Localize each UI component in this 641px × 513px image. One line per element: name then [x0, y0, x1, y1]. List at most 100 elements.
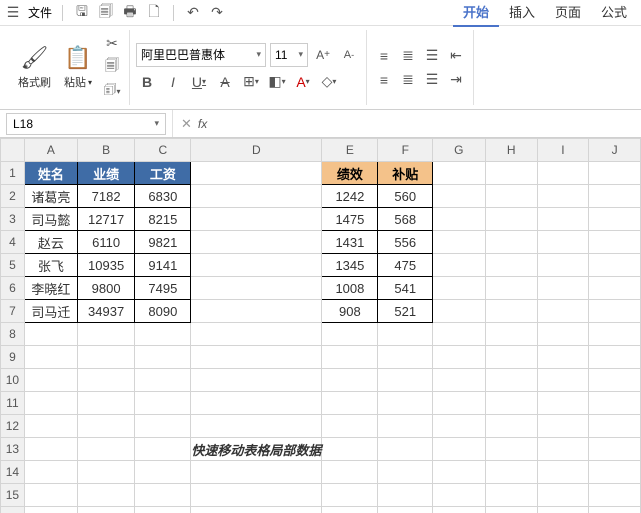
row-header-12[interactable]: 12	[1, 415, 25, 438]
cell-D11[interactable]	[191, 392, 322, 415]
cell-F10[interactable]	[378, 369, 433, 392]
align-bot-icon[interactable]: ☰	[421, 45, 443, 67]
cell-G13[interactable]	[433, 438, 485, 461]
cell-I10[interactable]	[537, 369, 588, 392]
cell-C12[interactable]	[135, 415, 191, 438]
copy-icon[interactable]: 🗐	[101, 56, 123, 78]
row-header-9[interactable]: 9	[1, 346, 25, 369]
cell-D6[interactable]	[191, 277, 322, 300]
undo-icon[interactable]: ↶	[184, 4, 202, 22]
paste-button[interactable]: 📋 粘贴▾	[59, 42, 97, 92]
col-header-A[interactable]: A	[24, 139, 77, 162]
cell-E13[interactable]	[322, 438, 378, 461]
cell-A13[interactable]	[24, 438, 77, 461]
cell-D5[interactable]	[191, 254, 322, 277]
cell-H8[interactable]	[485, 323, 537, 346]
cell-J5[interactable]	[589, 254, 641, 277]
paste-options-icon[interactable]: 🗊▾	[101, 80, 123, 102]
cell-C14[interactable]	[135, 461, 191, 484]
cell-I12[interactable]	[537, 415, 588, 438]
cell-C15[interactable]	[135, 484, 191, 507]
clear-format-icon[interactable]: ◇▾	[318, 71, 340, 93]
col-header-B[interactable]: B	[77, 139, 134, 162]
cell-I11[interactable]	[537, 392, 588, 415]
cell-H7[interactable]	[485, 300, 537, 323]
row-header-1[interactable]: 1	[1, 162, 25, 185]
cell-D14[interactable]	[191, 461, 322, 484]
cell-C7[interactable]: 8090	[135, 300, 191, 323]
cell-G7[interactable]	[433, 300, 485, 323]
cell-D1[interactable]	[191, 162, 322, 185]
cell-A7[interactable]: 司马迁	[24, 300, 77, 323]
cell-J7[interactable]	[589, 300, 641, 323]
cell-F2[interactable]: 560	[378, 185, 433, 208]
cell-B14[interactable]	[77, 461, 134, 484]
tab-page[interactable]: 页面	[545, 0, 591, 27]
file-menu[interactable]: 文件	[28, 4, 52, 21]
row-header-3[interactable]: 3	[1, 208, 25, 231]
cell-B15[interactable]	[77, 484, 134, 507]
indent-dec-icon[interactable]: ⇤	[445, 45, 467, 67]
cell-A5[interactable]: 张飞	[24, 254, 77, 277]
cell-A12[interactable]	[24, 415, 77, 438]
cell-A10[interactable]	[24, 369, 77, 392]
cell-H16[interactable]	[485, 507, 537, 513]
cell-I3[interactable]	[537, 208, 588, 231]
cell-H12[interactable]	[485, 415, 537, 438]
cell-D13[interactable]: 快速移动表格局部数据	[191, 438, 322, 461]
cell-B7[interactable]: 34937	[77, 300, 134, 323]
cell-F11[interactable]	[378, 392, 433, 415]
cell-D8[interactable]	[191, 323, 322, 346]
cell-G1[interactable]	[433, 162, 485, 185]
cell-D10[interactable]	[191, 369, 322, 392]
cell-G15[interactable]	[433, 484, 485, 507]
tab-formula[interactable]: 公式	[591, 0, 637, 27]
row-header-16[interactable]: 16	[1, 507, 25, 513]
row-header-15[interactable]: 15	[1, 484, 25, 507]
col-header-G[interactable]: G	[433, 139, 485, 162]
cell-E2[interactable]: 1242	[322, 185, 378, 208]
cell-E3[interactable]: 1475	[322, 208, 378, 231]
cell-F16[interactable]	[378, 507, 433, 513]
print-preview-icon[interactable]: 🗋	[145, 4, 163, 22]
col-header-E[interactable]: E	[322, 139, 378, 162]
cell-F15[interactable]	[378, 484, 433, 507]
cell-E5[interactable]: 1345	[322, 254, 378, 277]
cell-J1[interactable]	[589, 162, 641, 185]
cell-B9[interactable]	[77, 346, 134, 369]
cell-I6[interactable]	[537, 277, 588, 300]
cell-E7[interactable]: 908	[322, 300, 378, 323]
cell-F7[interactable]: 521	[378, 300, 433, 323]
italic-icon[interactable]: I	[162, 71, 184, 93]
cell-H10[interactable]	[485, 369, 537, 392]
cell-B3[interactable]: 12717	[77, 208, 134, 231]
cell-A1[interactable]: 姓名	[24, 162, 77, 185]
cell-E9[interactable]	[322, 346, 378, 369]
cell-F8[interactable]	[378, 323, 433, 346]
cell-F6[interactable]: 541	[378, 277, 433, 300]
cell-B4[interactable]: 6110	[77, 231, 134, 254]
cell-H6[interactable]	[485, 277, 537, 300]
save-icon[interactable]: 🖫	[73, 4, 91, 22]
cell-C9[interactable]	[135, 346, 191, 369]
col-header-D[interactable]: D	[191, 139, 322, 162]
cell-J2[interactable]	[589, 185, 641, 208]
cell-G2[interactable]	[433, 185, 485, 208]
cell-G8[interactable]	[433, 323, 485, 346]
cell-C1[interactable]: 工资	[135, 162, 191, 185]
cell-C11[interactable]	[135, 392, 191, 415]
cell-C5[interactable]: 9141	[135, 254, 191, 277]
row-header-7[interactable]: 7	[1, 300, 25, 323]
cell-F1[interactable]: 补贴	[378, 162, 433, 185]
cell-B8[interactable]	[77, 323, 134, 346]
cell-B1[interactable]: 业绩	[77, 162, 134, 185]
cell-D9[interactable]	[191, 346, 322, 369]
cell-A2[interactable]: 诸葛亮	[24, 185, 77, 208]
cell-I13[interactable]	[537, 438, 588, 461]
cell-D3[interactable]	[191, 208, 322, 231]
cell-I15[interactable]	[537, 484, 588, 507]
cell-E4[interactable]: 1431	[322, 231, 378, 254]
cell-F3[interactable]: 568	[378, 208, 433, 231]
col-header-J[interactable]: J	[589, 139, 641, 162]
cell-J11[interactable]	[589, 392, 641, 415]
